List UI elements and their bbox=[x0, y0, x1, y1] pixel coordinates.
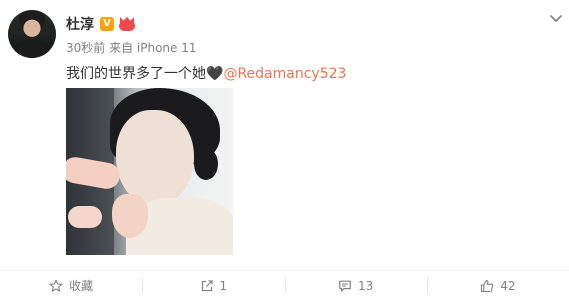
favorite-label: 收藏 bbox=[69, 279, 94, 293]
post-meta: 30秒前 来自 iPhone 11 bbox=[66, 41, 197, 55]
comment-button[interactable]: 13 bbox=[284, 271, 427, 300]
post-text: 我们的世界多了一个她🖤@Redamancy523 bbox=[66, 63, 346, 83]
action-bar: 收藏 1 13 42 bbox=[0, 270, 569, 300]
star-icon bbox=[49, 279, 63, 293]
avatar[interactable] bbox=[8, 10, 56, 58]
photo-hand bbox=[112, 194, 148, 238]
chevron-down-icon[interactable] bbox=[549, 10, 563, 24]
photo-face bbox=[116, 110, 194, 206]
vip-badge-icon[interactable] bbox=[118, 17, 136, 31]
repost-icon bbox=[200, 279, 214, 293]
like-count: 42 bbox=[500, 278, 516, 293]
vip-face bbox=[119, 21, 135, 31]
avatar-shirt bbox=[14, 40, 50, 58]
like-button[interactable]: 42 bbox=[426, 271, 569, 300]
photo-bun bbox=[194, 148, 218, 180]
favorite-button[interactable]: 收藏 bbox=[0, 271, 142, 300]
mention-link[interactable]: @Redamancy523 bbox=[223, 66, 346, 82]
repost-button[interactable]: 1 bbox=[142, 271, 284, 300]
verified-badge-icon[interactable]: V bbox=[100, 17, 114, 31]
photo-baby-foot-2 bbox=[68, 206, 102, 228]
author-row: 杜淳 V bbox=[66, 14, 136, 34]
repost-count: 1 bbox=[219, 278, 228, 293]
thumbs-up-icon bbox=[480, 279, 494, 293]
weibo-post-card: 杜淳 V 30秒前 来自 iPhone 11 我们的世界多了一个她🖤@Redam… bbox=[0, 0, 569, 299]
comment-icon bbox=[338, 279, 352, 293]
post-body: 我们的世界多了一个她 bbox=[66, 66, 206, 82]
author-name[interactable]: 杜淳 bbox=[66, 14, 94, 34]
heart-emoji: 🖤 bbox=[206, 66, 224, 82]
post-photo[interactable] bbox=[66, 88, 233, 255]
comment-count: 13 bbox=[357, 278, 374, 293]
